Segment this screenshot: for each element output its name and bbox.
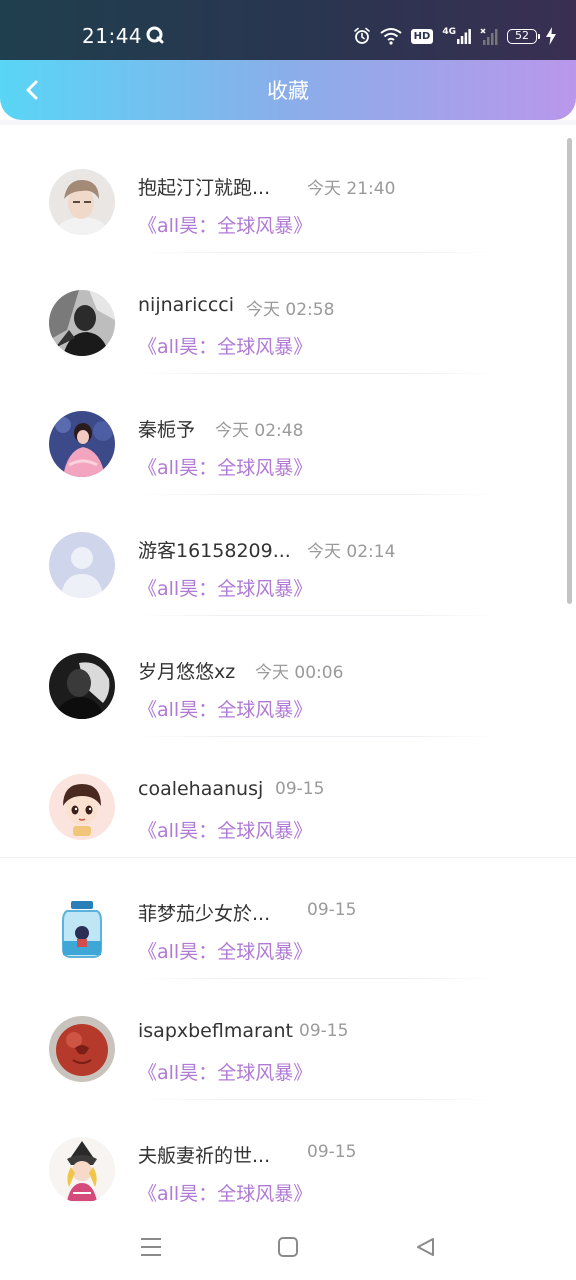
item-book-title[interactable]: 《all昊：全球风暴》 [138, 574, 312, 601]
item-time: 今天 00:06 [255, 663, 344, 683]
item-name: 夫舨妻祈的世... [138, 1145, 271, 1167]
battery-icon: 52 [507, 28, 540, 44]
avatar-photo-boy-icon [49, 169, 115, 235]
item-book-title[interactable]: 《all昊：全球风暴》 [138, 211, 312, 238]
network-type-label: 4G [442, 27, 456, 37]
system-back-button[interactable] [411, 1233, 439, 1261]
avatar-anime-girl-icon [49, 1137, 115, 1203]
nav-bar: 收藏 [0, 60, 576, 120]
item-book-title[interactable]: 《all昊：全球风暴》 [138, 695, 312, 722]
list-item[interactable]: 夫舨妻祈的世... 09-15 《all昊：全球风暴》 [0, 1090, 576, 1211]
menu-icon [141, 1238, 161, 1256]
status-icons: HD 4G 52 [353, 24, 556, 48]
avatar-red-ball-icon [49, 1016, 115, 1082]
favorites-list[interactable]: 抱起汀汀就跑... 今天 21:40 《all昊：全球风暴》 nijnaricc… [0, 125, 576, 1215]
avatar[interactable] [49, 290, 115, 356]
status-time: 21:44 [82, 24, 143, 48]
item-time: 今天 21:40 [307, 179, 396, 199]
item-book-title[interactable]: 《all昊：全球风暴》 [138, 453, 312, 480]
item-book-title[interactable]: 《all昊：全球风暴》 [138, 1058, 312, 1085]
list-item[interactable]: 岁月悠悠xz 今天 00:06 《all昊：全球风暴》 [0, 606, 576, 737]
triangle-back-icon [417, 1238, 434, 1256]
item-time: 09-15 [307, 900, 357, 920]
list-item[interactable]: 菲梦茄少女於... 09-15 《all昊：全球风暴》 [0, 848, 576, 979]
list-item[interactable]: isapxbeflmarant 09-15 《all昊：全球风暴》 [0, 969, 576, 1100]
item-name: 菲梦茄少女於... [138, 903, 271, 925]
item-time: 09-15 [307, 1142, 357, 1162]
list-item[interactable]: 秦栀予 今天 02:48 《all昊：全球风暴》 [0, 364, 576, 495]
avatar[interactable] [49, 774, 115, 840]
avatar[interactable] [49, 1016, 115, 1082]
item-time: 09-15 [275, 779, 325, 799]
recent-apps-button[interactable] [137, 1233, 165, 1261]
item-book-title[interactable]: 《all昊：全球风暴》 [138, 332, 312, 359]
avatar[interactable] [49, 532, 115, 598]
avatar[interactable] [49, 653, 115, 719]
item-name: 抱起汀汀就跑... [138, 177, 271, 199]
network-indicator: 4G [442, 28, 471, 44]
status-bar: 21:44 HD 4G 52 [0, 0, 576, 60]
signal-weak-icon [480, 28, 498, 45]
item-name: isapxbeflmarant [138, 1020, 293, 1042]
home-button[interactable] [274, 1233, 302, 1261]
avatar[interactable] [49, 169, 115, 235]
scrollbar[interactable] [567, 138, 572, 604]
list-item[interactable]: nijnariccci 今天 02:58 《all昊：全球风暴》 [0, 243, 576, 374]
item-name: nijnariccci [138, 294, 234, 316]
item-book-title[interactable]: 《all昊：全球风暴》 [138, 1179, 312, 1206]
system-nav-bar [0, 1215, 576, 1280]
page-title: 收藏 [267, 79, 309, 103]
alarm-icon [353, 27, 370, 44]
list-item[interactable]: 抱起汀汀就跑... 今天 21:40 《all昊：全球风暴》 [0, 125, 576, 253]
item-name: 岁月悠悠xz [138, 661, 236, 683]
item-name: 游客16158209... [138, 540, 291, 562]
signal-strong-icon [457, 29, 471, 44]
item-time: 09-15 [299, 1021, 349, 1041]
item-time: 今天 02:58 [246, 300, 335, 320]
avatar-cartoon-boy-icon [49, 774, 115, 840]
item-book-title[interactable]: 《all昊：全球风暴》 [138, 816, 312, 843]
hd-badge: HD [410, 28, 434, 44]
item-book-title[interactable]: 《all昊：全球风暴》 [138, 937, 312, 964]
avatar-photo-girl-pink-icon [49, 411, 115, 477]
item-time: 今天 02:48 [215, 421, 304, 441]
list-item[interactable]: coalehaanusj 09-15 《all昊：全球风暴》 [0, 727, 576, 858]
item-name: coalehaanusj [138, 778, 264, 800]
avatar-photo-dark-icon [49, 653, 115, 719]
square-icon [278, 1237, 298, 1257]
charging-icon [546, 27, 556, 45]
item-time: 今天 02:14 [307, 542, 396, 562]
avatar[interactable] [49, 1137, 115, 1203]
default-user-icon [49, 532, 115, 598]
list-item[interactable]: 游客16158209... 今天 02:14 《all昊：全球风暴》 [0, 485, 576, 616]
avatar-photo-bw-icon [49, 290, 115, 356]
wifi-icon [380, 28, 402, 45]
item-name: 秦栀予 [138, 419, 196, 441]
avatar[interactable] [49, 411, 115, 477]
avatar[interactable] [49, 895, 115, 961]
app-notification-icon [146, 26, 164, 44]
avatar-jar-icon [49, 895, 115, 961]
